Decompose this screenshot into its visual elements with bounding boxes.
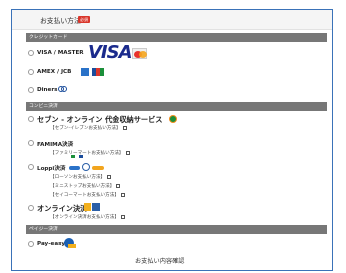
seicomart-icon (92, 166, 104, 170)
visa-master-label: VISA / MASTER (37, 50, 84, 56)
radio-amex-jcb[interactable] (28, 69, 34, 75)
online-howto-link[interactable]: 【オンライン決済お支払い方法】 (50, 214, 125, 220)
online-label: オンライン決済 (37, 204, 88, 213)
radio-famima[interactable] (28, 140, 34, 146)
lawson-icon (69, 166, 80, 170)
amex-icon (81, 68, 89, 76)
amex-jcb-label: AMEX / JCB (37, 69, 72, 75)
option-diners[interactable]: Diners (26, 82, 327, 100)
confirm-payment-button[interactable]: お支払い内容確認 (135, 256, 185, 265)
option-amex-jcb[interactable]: AMEX / JCB (26, 65, 327, 83)
seven-eleven-icon (169, 115, 177, 123)
payment-method-title: お支払い方法 (40, 17, 81, 25)
option-visa-master[interactable]: VISA / MASTER VISA (26, 42, 327, 63)
diners-icon (58, 86, 67, 93)
online-payment-icon-2 (92, 203, 100, 211)
section-convenience: コンビニ決済 (26, 102, 327, 111)
loppi-label: Loppi決済 (37, 166, 66, 172)
radio-seven[interactable] (28, 116, 34, 122)
external-link-icon (120, 214, 125, 219)
lawson-howto-link[interactable]: 【ローソンお支払い方法】 (50, 174, 112, 180)
radio-loppi[interactable] (28, 164, 34, 170)
online-payment-icon (84, 203, 91, 211)
section-credit-card: クレジットカード (26, 33, 327, 42)
payment-header: お支払い方法 必須 (12, 10, 332, 30)
option-payeasy[interactable]: Pay-easy (26, 236, 327, 254)
payeasy-label: Pay-easy (37, 241, 66, 247)
payeasy-icon (64, 238, 76, 248)
jcb-icon (92, 68, 104, 76)
section-payeasy: ペイジー決済 (26, 225, 327, 234)
seicomart-howto-link[interactable]: 【セイコーマートお支払い方法】 (50, 192, 125, 198)
external-link-icon (122, 125, 127, 130)
required-badge: 必須 (78, 16, 90, 23)
ministop-howto-link[interactable]: 【ミニストップお支払い方法】 (50, 183, 121, 189)
visa-logo: VISA (88, 42, 133, 63)
famima-label: FAMIMA決済 (37, 142, 74, 148)
radio-online[interactable] (28, 205, 34, 211)
diners-label: Diners (37, 87, 58, 93)
famima-icon (71, 143, 83, 158)
external-link-icon (120, 192, 125, 197)
external-link-icon (125, 150, 130, 155)
ministop-icon (82, 163, 90, 171)
famima-howto-link[interactable]: 【ファミリーマートお支払い方法】 (50, 150, 130, 156)
payment-panel: お支払い方法 必須 クレジットカード VISA / MASTER VISA AM… (11, 9, 333, 271)
mastercard-icon (132, 48, 147, 59)
radio-visa-master[interactable] (28, 50, 34, 56)
radio-diners[interactable] (28, 87, 34, 93)
external-link-icon (107, 174, 112, 179)
seven-howto-link[interactable]: 【セブン-イレブンお支払い方法】 (50, 125, 127, 131)
radio-payeasy[interactable] (28, 241, 34, 247)
seven-label: セブン - オンライン 代金収納サービス (37, 115, 163, 124)
external-link-icon (116, 183, 121, 188)
